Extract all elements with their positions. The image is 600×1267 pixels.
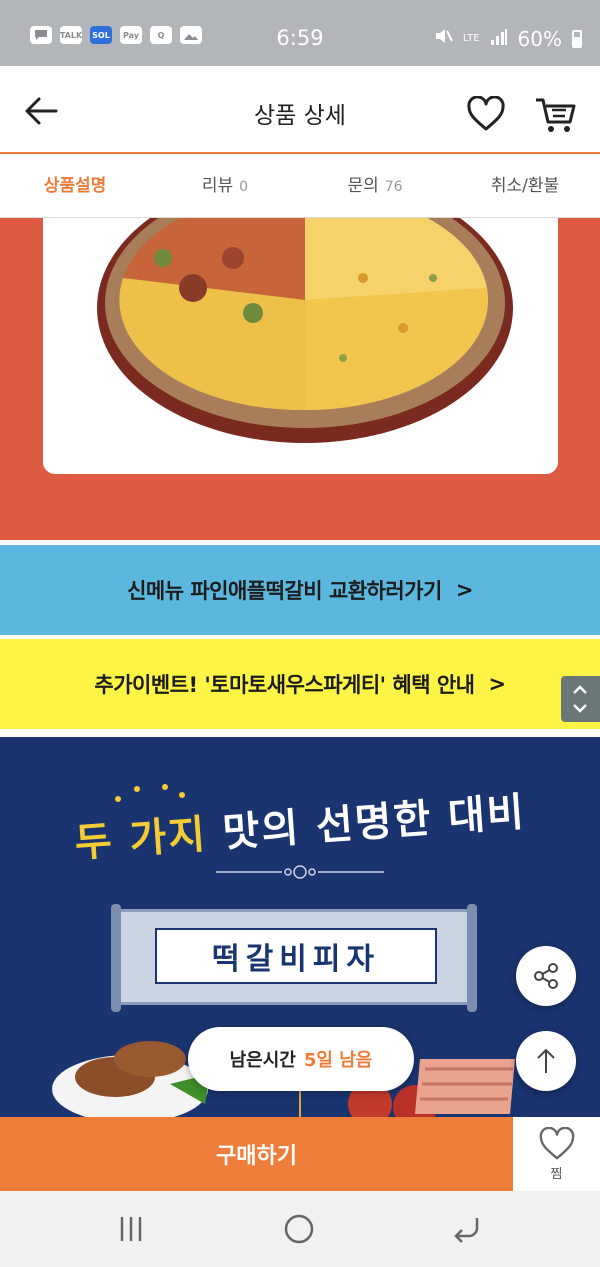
- remaining-time-badge: 남은시간 5일 남음: [188, 1027, 414, 1091]
- battery-percent: 60%: [517, 26, 562, 51]
- recent-apps-icon: [120, 1217, 142, 1241]
- status-bar: TALK SOL Pay Q 6:59 LTE 60%: [0, 0, 600, 66]
- tab-cancel-refund[interactable]: 취소/환불: [450, 156, 600, 217]
- battery-icon: [572, 29, 582, 48]
- tab-label: 문의: [347, 176, 379, 196]
- wish-button[interactable]: 찜: [513, 1117, 600, 1191]
- new-menu-banner[interactable]: 신메뉴 파인애플떡갈비 교환하러가기 >: [0, 545, 600, 635]
- tab-count: 0: [239, 179, 249, 195]
- cart-icon: [536, 98, 576, 132]
- recent-apps-button[interactable]: [106, 1209, 156, 1249]
- tab-label: 상품설명: [43, 176, 107, 196]
- product-tabs: 상품설명 리뷰 0 문의 76 취소/환불: [0, 156, 600, 218]
- scroll-banner: 떡갈비피자: [111, 904, 477, 1012]
- chevron-right-icon: >: [455, 578, 474, 602]
- home-button[interactable]: [274, 1209, 324, 1249]
- arrow-up-icon: [537, 1048, 555, 1073]
- headline-text: 맛의 선명한 대비: [221, 789, 528, 857]
- buy-button[interactable]: 구매하기: [0, 1117, 513, 1191]
- tab-description[interactable]: 상품설명: [0, 156, 150, 217]
- arrow-left-icon: [25, 97, 58, 125]
- home-icon: [284, 1214, 314, 1244]
- tab-label: 취소/환불: [490, 176, 560, 196]
- scroll-title: 떡갈비피자: [155, 928, 437, 984]
- share-icon: [534, 963, 558, 989]
- tab-reviews[interactable]: 리뷰 0: [150, 156, 300, 217]
- pizza-image: [43, 218, 558, 474]
- banner-text: 신메뉴 파인애플떡갈비 교환하러가기: [127, 579, 442, 603]
- back-nav-button[interactable]: [442, 1209, 492, 1249]
- headline-highlight: 두 가지: [73, 811, 209, 867]
- status-indicators: LTE 60%: [433, 26, 582, 51]
- back-nav-icon: [454, 1218, 479, 1243]
- chevron-right-icon: >: [488, 672, 507, 696]
- app-header: 상품 상세: [0, 66, 600, 154]
- product-image-area: [0, 218, 600, 540]
- ornament-divider: [216, 865, 384, 879]
- tab-label: 리뷰: [201, 176, 234, 196]
- remaining-label: 남은시간: [229, 1050, 296, 1071]
- wish-label: 찜: [550, 1166, 563, 1182]
- share-button[interactable]: [516, 946, 576, 1006]
- system-nav-bar: [0, 1191, 600, 1267]
- page-scroll-control[interactable]: [561, 676, 600, 722]
- lte-indicator: LTE: [462, 32, 480, 44]
- cart-button[interactable]: [534, 96, 578, 134]
- back-button[interactable]: [22, 94, 62, 128]
- mute-icon: [433, 26, 453, 51]
- banner-text: 추가이벤트! '토마토새우스파게티' 혜택 안내: [94, 673, 475, 697]
- remaining-value: 5일 남음: [303, 1050, 373, 1071]
- page-title: 상품 상세: [254, 103, 346, 129]
- chevron-up-down-icon: [573, 685, 587, 713]
- tab-inquiries[interactable]: 문의 76: [300, 156, 450, 217]
- tab-count: 76: [384, 179, 403, 195]
- event-banner[interactable]: 추가이벤트! '토마토새우스파게티' 혜택 안내 >: [0, 639, 600, 729]
- wishlist-header-button[interactable]: [466, 95, 506, 132]
- scroll-to-top-button[interactable]: [516, 1031, 576, 1091]
- heart-icon: [467, 95, 505, 131]
- heart-icon: [539, 1126, 574, 1159]
- signal-icon: [490, 27, 508, 51]
